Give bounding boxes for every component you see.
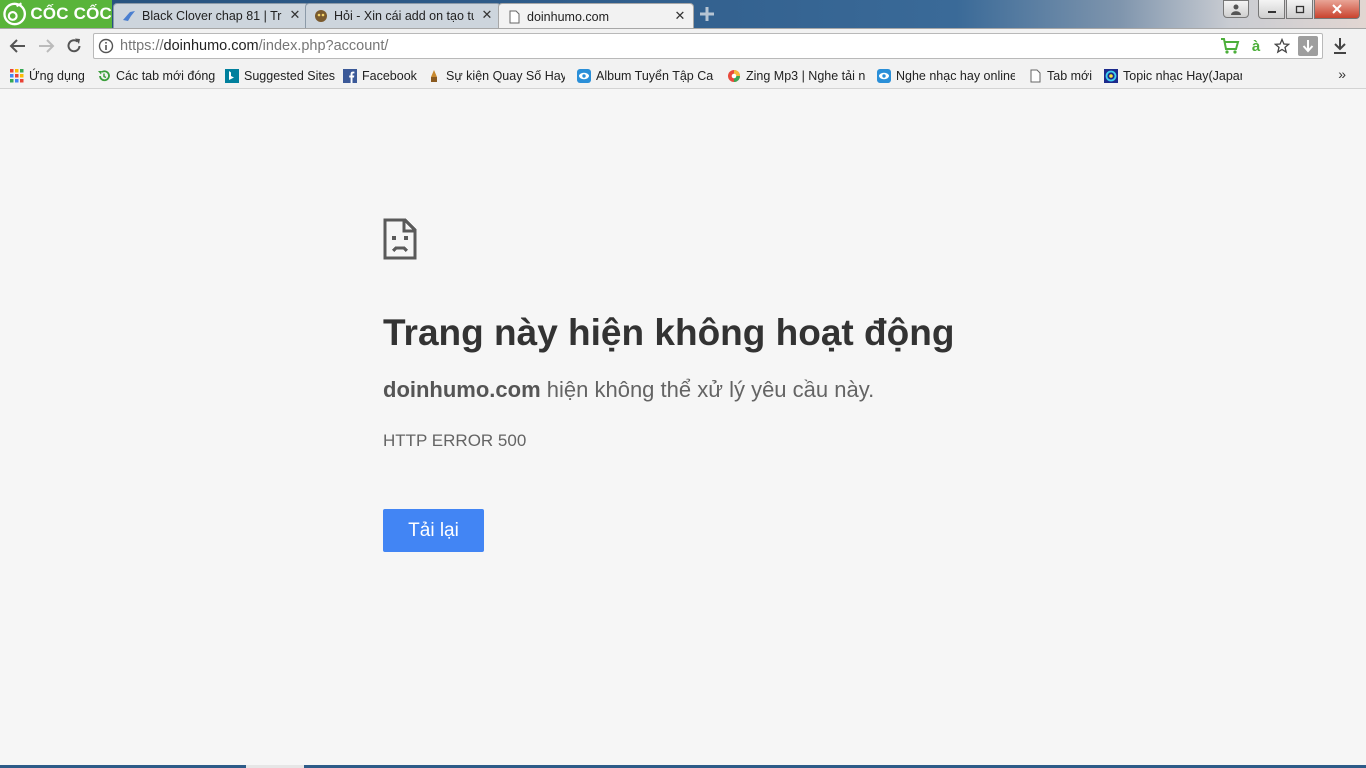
bookmark-label: Facebook [362,68,417,83]
bookmark-label: Tab mới [1047,68,1093,83]
bookmark-label: Ứng dụng [29,68,85,83]
url-scheme: https:// [120,38,164,54]
page-icon [1030,69,1041,82]
profile-button[interactable] [1223,0,1249,18]
bookmark-album[interactable]: Album Tuyển Tập Ca l [577,67,714,84]
title-bar: CỐC CỐC Black Clover chap 81 | Truyện ✕ … [0,0,1366,29]
vietnamese-input-button[interactable]: à [1246,36,1266,56]
minimize-button[interactable] [1258,0,1285,19]
bookmark-recent-tabs[interactable]: Các tab mới đóng [97,67,215,84]
swallow-icon [123,11,135,21]
star-icon [1274,38,1290,54]
bookmark-label: Nghe nhạc hay online [896,68,1015,83]
tab-doinhumo[interactable]: doinhumo.com ✕ [498,3,694,29]
music-eye-icon [877,68,891,83]
bookmarks-bar: Ứng dụng Các tab mới đóng Suggested Site… [0,62,1366,89]
bookmark-label: Các tab mới đóng [116,68,216,83]
tab-title: Hỏi - Xin cái add on tạo tư [334,9,474,23]
download-arrow-icon [1302,40,1314,53]
event-icon [431,69,437,82]
facebook-icon [343,68,357,83]
page-icon [509,10,520,23]
error-title: Trang này hiện không hoạt động [383,312,955,353]
brand-name: CỐC CỐC [30,4,112,23]
bookmark-label: Sự kiện Quay Số Hay - [446,68,565,83]
plus-icon [700,7,714,21]
bookmarks-overflow-button[interactable]: » [1338,66,1346,82]
bookmark-star-button[interactable] [1272,36,1292,56]
arrow-right-icon [39,39,55,53]
bookmark-facebook[interactable]: Facebook [343,67,417,84]
new-tab-button[interactable] [697,5,717,23]
forward-button[interactable] [35,35,57,57]
minimize-icon [1267,11,1276,13]
close-window-button[interactable] [1314,0,1360,19]
url-path: /index.php?account/ [258,38,389,54]
bookmark-topic-nhac[interactable]: Topic nhạc Hay(Japan [1104,67,1242,84]
bookmark-tab-moi[interactable]: Tab mới [1028,67,1092,84]
coccoc-logo-icon [3,2,27,26]
tab-close-icon[interactable]: ✕ [288,9,302,23]
savior-download-button[interactable] [1298,36,1318,56]
tab-title: doinhumo.com [527,9,609,24]
reload-toolbar-button[interactable] [63,35,85,57]
toolbar: https://doinhumo.com/index.php?account/ … [0,28,1366,62]
tab-xin-cai-add-on[interactable]: Hỏi - Xin cái add on tạo tư ✕ [305,3,501,28]
bookmark-label: Album Tuyển Tập Ca l [596,68,714,83]
tab-close-icon[interactable]: ✕ [480,9,494,23]
bookmark-label: Topic nhạc Hay(Japan [1123,68,1242,83]
topic-icon [1104,68,1118,83]
error-code: HTTP ERROR 500 [383,431,527,450]
zing-icon [728,69,740,82]
tab-black-clover[interactable]: Black Clover chap 81 | Truyện ✕ [113,3,309,28]
address-bar-actions: à [1220,36,1318,56]
tab-title: Black Clover chap 81 | Truyện [142,9,282,23]
music-eye-icon [577,68,591,83]
error-host: doinhumo.com [383,377,541,402]
download-icon [1334,38,1346,54]
tab-close-icon[interactable]: ✕ [673,9,687,24]
bookmark-nghe-nhac[interactable]: Nghe nhạc hay online [877,67,1015,84]
reload-button[interactable]: Tải lại [383,509,484,552]
info-icon[interactable] [98,38,114,54]
error-message: hiện không thể xử lý yêu cầu này. [540,377,875,402]
bing-icon [225,68,239,83]
shopping-cart-button[interactable] [1220,36,1240,56]
sad-page-icon [383,218,417,260]
bookmark-suggested-sites[interactable]: Suggested Sites [225,67,335,84]
monster-icon [315,10,327,22]
user-icon [1231,4,1241,15]
shopping-cart-icon [1221,38,1240,54]
history-icon [98,69,110,81]
address-bar[interactable]: https://doinhumo.com/index.php?account/ … [93,33,1323,59]
bookmark-zing-mp3[interactable]: Zing Mp3 | Nghe tải n [727,67,865,84]
refresh-icon [67,38,81,53]
apps-grid-icon [10,68,24,82]
downloads-button[interactable] [1329,35,1351,57]
back-button[interactable] [7,35,29,57]
close-icon [1332,4,1342,14]
bookmark-label: Zing Mp3 | Nghe tải n [746,68,865,83]
maximize-button[interactable] [1286,0,1313,19]
window-controls [1223,0,1360,19]
coccoc-brand[interactable]: CỐC CỐC [0,0,112,28]
restore-icon [1295,5,1304,14]
bookmark-label: Suggested Sites [244,68,336,83]
arrow-left-icon [9,39,25,53]
url-text[interactable]: https://doinhumo.com/index.php?account/ [120,38,388,54]
bookmark-su-kien[interactable]: Sự kiện Quay Số Hay - [427,67,565,84]
error-description: doinhumo.com hiện không thể xử lý yêu cầ… [383,377,874,403]
url-host: doinhumo.com [163,38,259,54]
bookmark-apps[interactable]: Ứng dụng [10,67,85,84]
error-page: Trang này hiện không hoạt động doinhumo.… [0,90,1366,768]
